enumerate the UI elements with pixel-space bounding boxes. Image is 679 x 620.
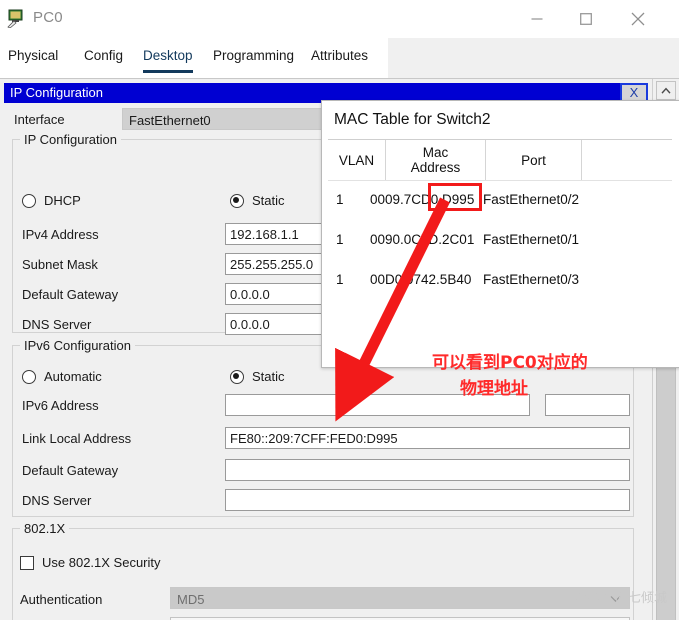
scroll-up-button[interactable] xyxy=(656,81,676,100)
mac-row-1-port: FastEthernet0/1 xyxy=(483,232,580,247)
window-titlebar: PC0 xyxy=(0,0,679,38)
tab-config[interactable]: Config xyxy=(84,48,123,78)
ipv6-default-gateway-input[interactable] xyxy=(225,459,630,481)
maximize-button[interactable] xyxy=(563,0,609,38)
ipv6-prefix-length-input[interactable] xyxy=(545,394,630,416)
mac-row-1-vlan: 1 xyxy=(336,232,344,247)
ip-configuration-title: IP Configuration xyxy=(10,85,103,100)
scrollbar-thumb[interactable] xyxy=(656,365,676,620)
minimize-button[interactable] xyxy=(514,0,560,38)
tab-programming-label: Programming xyxy=(213,48,295,63)
ipv6-configuration-group-title: IPv6 Configuration xyxy=(20,338,135,353)
ipv6-dns-server-input[interactable] xyxy=(225,489,630,511)
mac-row-2-mac: 00D0.9742.5B40 xyxy=(370,272,472,287)
mac-row-2-port: FastEthernet0/3 xyxy=(483,272,580,287)
tab-desktop-label: Desktop xyxy=(143,48,193,63)
link-local-address-input[interactable]: FE80::209:7CFF:FED0:D995 xyxy=(225,427,630,449)
dhcp-label: DHCP xyxy=(44,193,81,208)
dhcp-radio[interactable] xyxy=(22,194,36,208)
dot1x-group-title: 802.1X xyxy=(20,521,70,536)
mac-table-header-port: Port xyxy=(486,140,582,180)
interface-label: Interface xyxy=(14,112,65,127)
tab-config-label: Config xyxy=(84,48,124,63)
tab-programming[interactable]: Programming xyxy=(213,48,294,78)
tab-strip: Physical Config Desktop Programming Attr… xyxy=(0,38,679,78)
use-8021x-security-checkbox[interactable] xyxy=(20,556,34,570)
mac-row-2-vlan: 1 xyxy=(336,272,344,287)
mac-row-0-vlan: 1 xyxy=(336,192,344,207)
authentication-select[interactable]: MD5 xyxy=(170,587,630,609)
use-8021x-security-label: Use 802.1X Security xyxy=(42,555,161,570)
ipv4-static-label: Static xyxy=(252,193,285,208)
mac-row-0-mac: 0009.7CD0.D995 xyxy=(370,192,475,207)
tab-attributes[interactable]: Attributes xyxy=(311,48,368,78)
mac-table-popup[interactable]: MAC Table for Switch2 VLAN Mac Address P… xyxy=(321,100,679,368)
ipv6-address-input[interactable] xyxy=(225,394,530,416)
tab-desktop[interactable]: Desktop xyxy=(143,48,193,78)
tab-physical[interactable]: Physical xyxy=(8,48,58,78)
ipv6-automatic-radio[interactable] xyxy=(22,370,36,384)
ipv4-default-gateway-label: Default Gateway xyxy=(22,287,119,302)
authentication-label: Authentication xyxy=(20,592,103,607)
app-window: PC0 Physical Config Desktop Programming … xyxy=(0,0,679,620)
ipv4-configuration-group-title: IP Configuration xyxy=(20,132,121,147)
subnet-mask-label: Subnet Mask xyxy=(22,257,98,272)
ipv6-automatic-label: Automatic xyxy=(44,369,102,384)
ipv6-dns-server-label: DNS Server xyxy=(22,493,92,508)
close-button[interactable] xyxy=(615,0,661,38)
link-local-address-label: Link Local Address xyxy=(22,431,132,446)
window-title: PC0 xyxy=(33,9,63,26)
ipv4-dns-server-label: DNS Server xyxy=(22,317,92,332)
ipv6-address-label: IPv6 Address xyxy=(22,398,99,413)
mac-table-header-mac-line1: Mac xyxy=(422,145,449,160)
pc-device-icon xyxy=(7,8,27,29)
mac-table-header-vlan: VLAN xyxy=(328,140,386,180)
interface-select-value: FastEthernet0 xyxy=(129,113,211,128)
mac-table-header-mac-line2: Address xyxy=(410,160,461,175)
tab-physical-label: Physical xyxy=(8,48,59,63)
mac-table-header-vlan-label: VLAN xyxy=(338,152,375,168)
mac-table-header-divider xyxy=(328,180,672,181)
ipv6-static-label: Static xyxy=(252,369,285,384)
mac-table-title: MAC Table for Switch2 xyxy=(334,111,491,128)
ipv4-static-radio[interactable] xyxy=(230,194,244,208)
mac-table-header-port-label: Port xyxy=(521,152,546,168)
mac-table-header-spacer xyxy=(582,140,672,180)
authentication-select-value: MD5 xyxy=(177,592,205,607)
watermark: CSDN @七倾城 xyxy=(573,591,667,606)
tab-attributes-label: Attributes xyxy=(311,48,369,63)
mac-table-header-mac-address: Mac Address xyxy=(386,140,486,180)
mac-row-0-port: FastEthernet0/2 xyxy=(483,192,580,207)
ipv6-static-radio[interactable] xyxy=(230,370,244,384)
mac-table: VLAN Mac Address Port 1 0009.7CD0.D995 F… xyxy=(328,139,672,362)
tab-active-underline xyxy=(143,70,193,73)
ipv6-default-gateway-label: Default Gateway xyxy=(22,463,119,478)
mac-row-1-mac: 0090.0C7D.2C01 xyxy=(370,232,475,247)
ipv4-address-label: IPv4 Address xyxy=(22,227,99,242)
